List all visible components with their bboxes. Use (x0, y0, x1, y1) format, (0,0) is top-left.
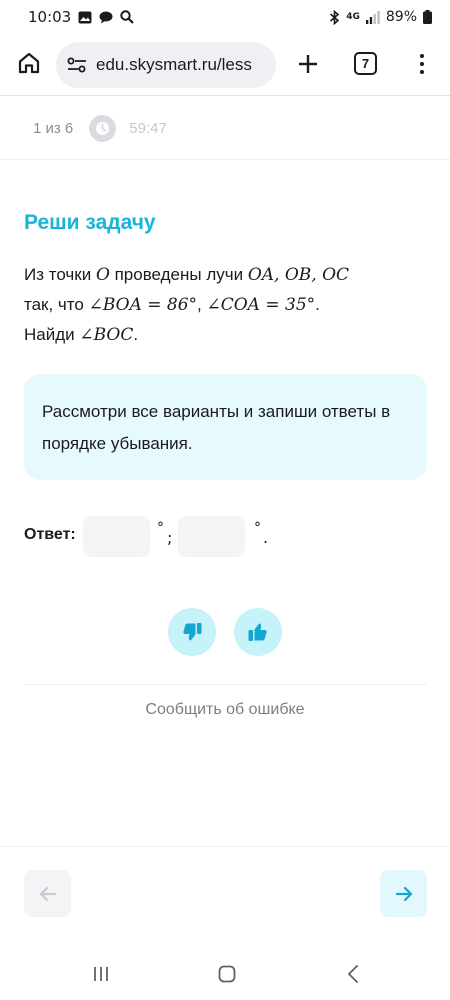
bluetooth-icon (329, 9, 340, 25)
rating-row (0, 608, 450, 656)
math-angle-boa: ∠BOA = 86° (88, 295, 198, 315)
dot-icon (420, 54, 424, 58)
divider (24, 684, 427, 685)
dot-icon (420, 70, 424, 74)
network-type-icon: 4G (346, 12, 360, 22)
signal-icon (365, 10, 380, 24)
arrow-left-icon (39, 886, 56, 901)
progress-row: 1 из 6 59:47 (0, 97, 450, 160)
chat-bubble-icon (99, 11, 113, 24)
text-fragment: . (133, 325, 139, 344)
hint-text: Рассмотри все варианты и запиши ответы в… (42, 402, 391, 453)
arrow-right-icon (395, 886, 412, 901)
status-time: 10:03 (28, 8, 72, 26)
degree-sign: ° (254, 520, 261, 536)
task-line-2: так, что ∠BOA = 86°, ∠COA = 35°. (24, 290, 424, 320)
math-angle-boc: ∠BOC (79, 325, 134, 345)
text-fragment: . (315, 295, 320, 314)
answer-end: . (263, 528, 269, 547)
like-button[interactable] (234, 608, 282, 656)
answer-separator: ; (167, 528, 173, 547)
math-rays: OA, OB, OC (247, 265, 350, 285)
bottom-divider (0, 846, 450, 847)
timer: 59:47 (129, 119, 167, 137)
answer-input-2[interactable] (178, 516, 245, 557)
task-line-3: Найди ∠BOC. (24, 320, 424, 350)
system-back-button[interactable] (341, 962, 365, 986)
dislike-button[interactable] (168, 608, 216, 656)
recents-icon (94, 967, 108, 981)
next-task-button[interactable] (380, 870, 427, 917)
status-right: 4G 89% (329, 9, 432, 25)
system-navigation-bar (0, 950, 450, 1000)
battery-icon (423, 10, 432, 24)
previous-task-button[interactable] (24, 870, 71, 917)
answer-label: Ответ: (24, 526, 76, 543)
text-fragment: так, что (24, 295, 89, 314)
url-text[interactable]: edu.skysmart.ru/less (96, 55, 252, 75)
browser-toolbar: edu.skysmart.ru/less 7 (0, 34, 450, 96)
home-square-icon (218, 965, 236, 983)
gallery-icon (78, 11, 92, 24)
address-bar[interactable]: edu.skysmart.ru/less (56, 42, 276, 88)
tab-switcher-button[interactable]: 7 (354, 52, 377, 75)
math-point: O (95, 265, 110, 285)
math-angle-coa: ∠COA = 35° (206, 295, 316, 315)
degree-sign: ° (157, 520, 164, 536)
hint-box: Рассмотри все варианты и запиши ответы в… (24, 374, 427, 480)
status-bar: 10:03 4G 89% (0, 0, 450, 34)
text-fragment: проведены лучи (109, 265, 248, 284)
clock-icon (89, 114, 117, 142)
more-menu-button[interactable] (414, 50, 430, 78)
report-error-link[interactable]: Сообщить об ошибке (0, 701, 450, 719)
back-chevron-icon (348, 965, 358, 983)
task-statement: Из точки O проведены лучи OA, OB, OC так… (24, 260, 424, 350)
status-left: 10:03 (28, 8, 135, 26)
search-icon (120, 10, 135, 24)
task-counter: 1 из 6 (33, 119, 74, 137)
task-line-1: Из точки O проведены лучи OA, OB, OC (24, 260, 424, 290)
thumbs-up-icon (248, 623, 267, 641)
answer-row: Ответ: ° ; ° . (24, 516, 424, 557)
site-settings-icon[interactable] (66, 54, 88, 76)
recents-button[interactable] (89, 962, 113, 986)
answer-input-1[interactable] (83, 516, 150, 557)
dot-icon (420, 62, 424, 66)
text-fragment: Найди (24, 325, 80, 344)
task-title: Реши задачу (24, 211, 156, 234)
plus-icon (299, 55, 317, 73)
home-button[interactable] (14, 48, 44, 78)
thumbs-down-icon (183, 623, 202, 641)
text-fragment: Из точки (24, 265, 96, 284)
home-icon (18, 52, 40, 74)
new-tab-button[interactable] (293, 49, 323, 79)
system-home-button[interactable] (215, 962, 239, 986)
battery-percent: 89% (385, 9, 417, 25)
